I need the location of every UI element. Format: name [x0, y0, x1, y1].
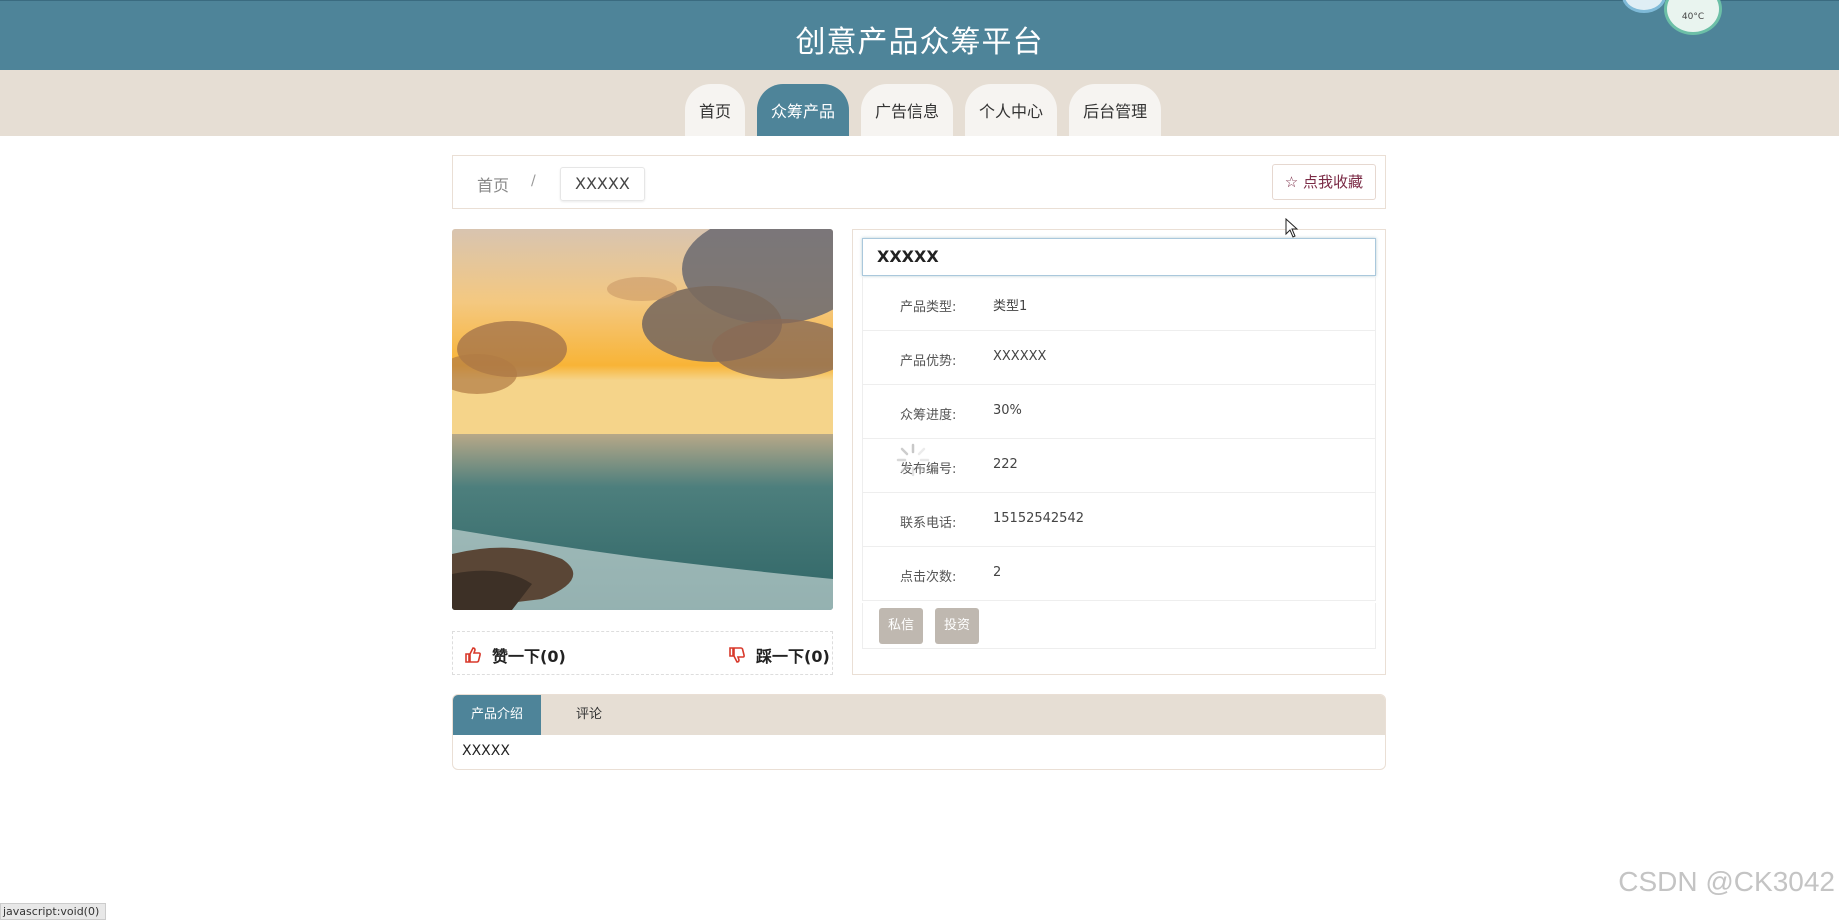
- breadcrumb: 首页 / XXXXX ☆ 点我收藏: [452, 155, 1386, 209]
- field-row-advantage: 产品优势: XXXXXX: [862, 331, 1376, 385]
- favorite-button-label: 点我收藏: [1302, 173, 1363, 191]
- field-value: 222: [993, 457, 1018, 472]
- field-value: 30%: [993, 403, 1022, 418]
- star-outline-icon: ☆: [1284, 173, 1299, 191]
- invest-button[interactable]: 投资: [935, 608, 980, 644]
- mouse-cursor-icon: [1285, 218, 1299, 238]
- dislike-label: 踩一下(0): [756, 647, 830, 666]
- site-title: 创意产品众筹平台: [795, 25, 1044, 60]
- tabs-header: 产品介绍 评论: [453, 695, 1385, 735]
- thumbs-up-icon: [465, 647, 481, 663]
- field-value: 类型1: [993, 299, 1028, 314]
- field-label: 产品优势:: [900, 354, 957, 369]
- field-row-click-count: 点击次数: 2: [862, 547, 1376, 601]
- field-label: 众筹进度:: [900, 408, 957, 423]
- main-nav: 首页 众筹产品 广告信息 个人中心 后台管理: [685, 84, 1173, 136]
- product-actions: 私信 投资: [862, 603, 1376, 649]
- field-row-phone: 联系电话: 15152542542: [862, 493, 1376, 547]
- tab-comments[interactable]: 评论: [541, 695, 637, 735]
- product-image: [452, 229, 833, 610]
- tab-content: XXXXX: [462, 743, 510, 759]
- field-row-progress: 众筹进度: 30%: [862, 385, 1376, 439]
- breadcrumb-separator: /: [531, 173, 536, 189]
- watermark: CSDN @CK3042: [1618, 866, 1835, 897]
- breadcrumb-home-link[interactable]: 首页: [477, 172, 509, 196]
- loading-spinner-icon: [896, 443, 930, 477]
- product-fields: 产品类型: 类型1 产品优势: XXXXXX 众筹进度: 30% 发布编号: 2…: [862, 277, 1376, 601]
- dislike-button[interactable]: 踩一下(0): [728, 643, 830, 667]
- like-button[interactable]: 赞一下(0): [464, 643, 566, 667]
- message-button[interactable]: 私信: [879, 608, 924, 644]
- weather-temperature: 40°C: [1681, 12, 1705, 22]
- field-value: 15152542542: [993, 511, 1084, 526]
- field-label: 联系电话:: [900, 516, 957, 531]
- field-value: 2: [993, 565, 1002, 580]
- field-label: 产品类型:: [900, 300, 957, 315]
- nav-item-admin[interactable]: 后台管理: [1069, 84, 1162, 136]
- site-header: 创意产品众筹平台 40°C: [0, 0, 1839, 71]
- product-detail-panel: XXXXX 产品类型: 类型1 产品优势: XXXXXX 众筹进度: 30% 发…: [852, 229, 1386, 675]
- favorite-button[interactable]: ☆ 点我收藏: [1271, 164, 1376, 200]
- product-title: XXXXX: [862, 238, 1376, 276]
- nav-item-home[interactable]: 首页: [685, 84, 746, 136]
- vote-bar: 赞一下(0) 踩一下(0): [452, 631, 833, 675]
- nav-item-ads[interactable]: 广告信息: [861, 84, 954, 136]
- field-row-publish-number: 发布编号: 222: [862, 439, 1376, 493]
- weather-widget-icon[interactable]: [1622, 0, 1666, 13]
- tab-product-intro[interactable]: 产品介绍: [453, 695, 542, 735]
- field-label: 点击次数:: [900, 570, 957, 585]
- nav-item-profile[interactable]: 个人中心: [965, 84, 1058, 136]
- field-value: XXXXXX: [993, 349, 1047, 364]
- breadcrumb-current: XXXXX: [560, 167, 645, 201]
- status-bar-link: javascript:void(0): [0, 903, 107, 920]
- like-label: 赞一下(0): [492, 647, 566, 666]
- thumbs-down-icon: [729, 647, 745, 663]
- product-tabs: 产品介绍 评论 XXXXX: [452, 694, 1386, 770]
- field-row-type: 产品类型: 类型1: [862, 277, 1376, 331]
- nav-item-products[interactable]: 众筹产品: [757, 84, 850, 136]
